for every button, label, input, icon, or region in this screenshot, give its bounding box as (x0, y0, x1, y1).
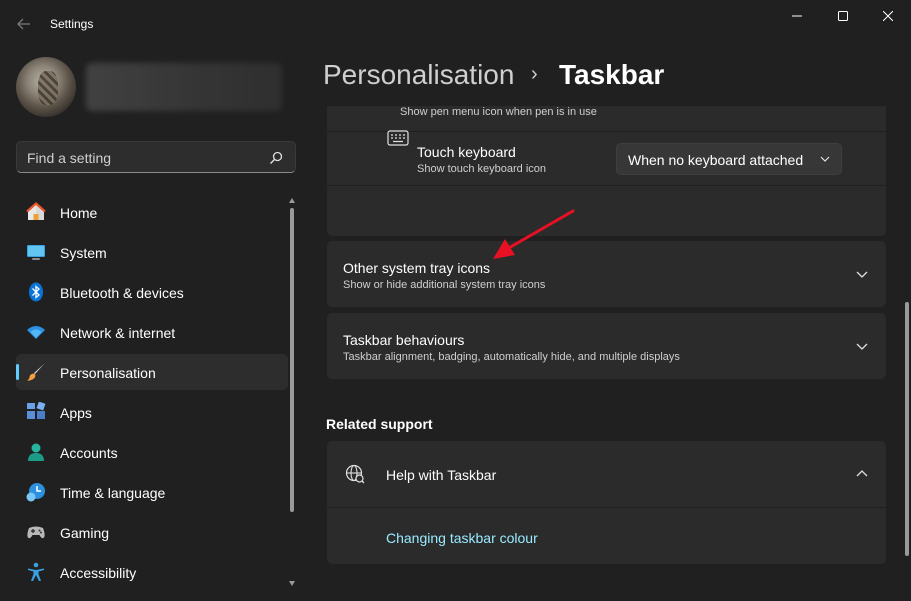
touch-keyboard-title: Touch keyboard (417, 144, 516, 160)
divider (327, 131, 886, 132)
maximize-icon (838, 11, 848, 21)
touch-keyboard-dropdown[interactable]: When no keyboard attached (616, 143, 842, 175)
taskbar-icons-group: Show pen menu icon when pen is in use Of… (327, 106, 886, 236)
search-placeholder: Find a setting (27, 150, 112, 166)
page-title: Taskbar (559, 59, 665, 90)
other-tray-title: Other system tray icons (343, 260, 491, 276)
wifi-icon (27, 326, 45, 339)
sidebar-item-bluetooth[interactable]: Bluetooth & devices (16, 274, 288, 310)
scroll-down-icon[interactable] (289, 581, 295, 586)
other-tray-subtitle: Show or hide additional system tray icon… (343, 279, 546, 291)
back-button[interactable] (10, 10, 38, 38)
behaviours-subtitle: Taskbar alignment, badging, automaticall… (343, 351, 680, 363)
sidebar-item-network[interactable]: Network & internet (16, 314, 288, 350)
keyboard-icon (387, 130, 409, 146)
breadcrumb-separator-icon: › (531, 63, 538, 85)
sidebar-item-label: Accounts (60, 445, 118, 461)
content-pane: Show pen menu icon when pen is in use Of… (310, 106, 911, 601)
scrollbar-thumb[interactable] (905, 302, 909, 556)
accounts-icon (28, 443, 44, 461)
pen-menu-subtitle: Show pen menu icon when pen is in use (400, 106, 597, 118)
search-input[interactable]: Find a setting (16, 141, 296, 173)
search-icon (270, 151, 283, 164)
behaviours-title: Taskbar behaviours (343, 332, 465, 348)
app-title: Settings (50, 17, 94, 31)
sidebar-item-time-language[interactable]: Time & language (16, 474, 288, 510)
time-language-icon (26, 483, 45, 502)
minimize-icon (792, 15, 802, 17)
scrollbar-thumb[interactable] (290, 208, 294, 512)
sidebar-item-label: Accessibility (60, 565, 137, 581)
profile-info-redacted (86, 63, 282, 111)
divider (327, 185, 886, 186)
sidebar-item-label: Time & language (60, 485, 166, 501)
selection-indicator (16, 364, 19, 380)
chevron-down-icon (820, 156, 830, 162)
breadcrumb-parent[interactable]: Personalisation (323, 59, 514, 91)
annotation-arrow-icon (493, 209, 575, 259)
scroll-up-icon[interactable] (289, 198, 295, 203)
sidebar-item-personalisation[interactable]: Personalisation (16, 354, 288, 390)
help-with-taskbar-card[interactable]: Help with Taskbar (327, 441, 886, 507)
avatar[interactable] (16, 57, 76, 117)
sidebar-item-gaming[interactable]: Gaming (16, 514, 288, 550)
apps-icon (27, 402, 46, 419)
sidebar-item-system[interactable]: System (16, 234, 288, 270)
sidebar-item-home[interactable]: Home (16, 194, 288, 230)
sidebar-item-label: Apps (60, 405, 92, 421)
chevron-up-icon[interactable] (856, 468, 868, 480)
system-icon (27, 245, 45, 260)
changing-taskbar-colour-link[interactable]: Changing taskbar colour (386, 530, 538, 546)
globe-help-icon (345, 464, 365, 484)
sidebar-scrollbar[interactable] (288, 196, 296, 590)
bluetooth-icon (29, 282, 43, 302)
accessibility-icon (28, 562, 44, 581)
related-support-heading: Related support (326, 416, 433, 432)
content-scrollbar[interactable] (903, 106, 911, 600)
minimize-button[interactable] (774, 0, 820, 32)
home-icon (26, 202, 46, 220)
sidebar-item-label: Bluetooth & devices (60, 285, 184, 301)
brush-icon (27, 363, 45, 381)
other-system-tray-icons-card[interactable]: Other system tray icons Show or hide add… (327, 241, 886, 307)
sidebar-item-label: Personalisation (60, 365, 156, 381)
sidebar-item-accounts[interactable]: Accounts (16, 434, 288, 470)
close-icon (883, 11, 893, 21)
gamepad-icon (27, 526, 45, 539)
help-links-panel: Changing taskbar colour (327, 508, 886, 564)
touch-keyboard-subtitle: Show touch keyboard icon (417, 163, 547, 175)
maximize-button[interactable] (820, 0, 866, 32)
sidebar-item-accessibility[interactable]: Accessibility (16, 554, 288, 590)
sidebar-nav: Home System Bluetooth & devices Network … (16, 194, 288, 594)
chevron-down-icon[interactable] (856, 268, 868, 280)
sidebar-item-label: Home (60, 205, 98, 221)
title-bar: Settings (0, 0, 911, 48)
taskbar-behaviours-card[interactable]: Taskbar behaviours Taskbar alignment, ba… (327, 313, 886, 379)
dropdown-value: When no keyboard attached (628, 152, 804, 168)
chevron-down-icon[interactable] (856, 340, 868, 352)
help-title: Help with Taskbar (386, 467, 497, 483)
sidebar-item-label: Gaming (60, 525, 110, 541)
close-button[interactable] (865, 0, 911, 32)
sidebar-item-label: Network & internet (60, 325, 176, 341)
sidebar-item-label: System (60, 245, 107, 261)
back-arrow-icon (17, 18, 30, 30)
sidebar-item-apps[interactable]: Apps (16, 394, 288, 430)
